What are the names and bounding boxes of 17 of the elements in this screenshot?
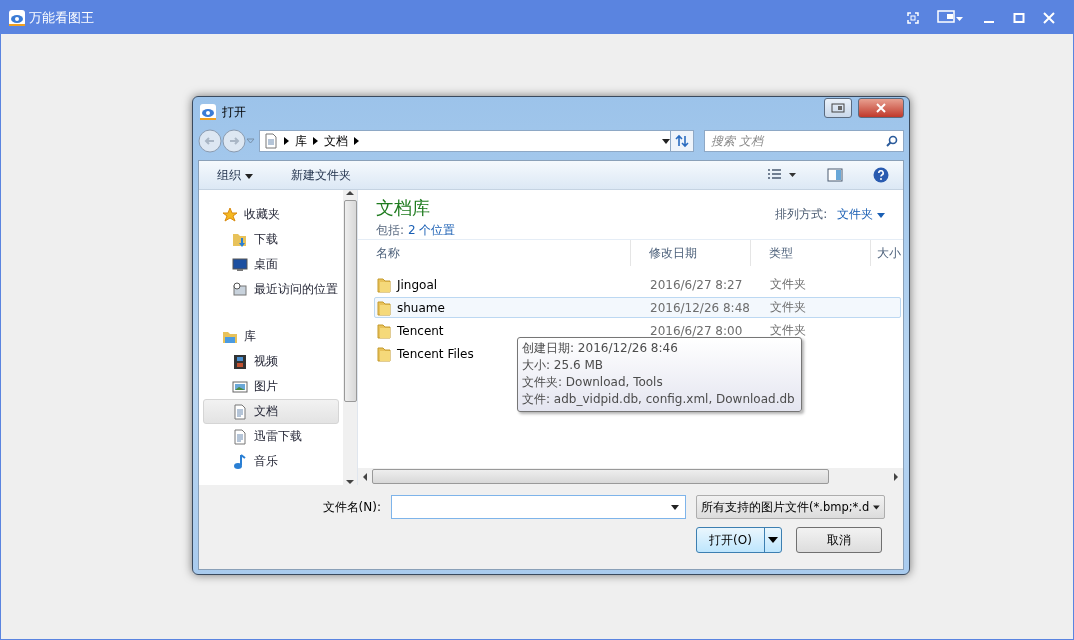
file-type: 文件夹 bbox=[769, 322, 807, 339]
library-title: 文档库 bbox=[376, 196, 431, 220]
file-name: Jingoal bbox=[397, 277, 438, 292]
file-name: Tencent Files bbox=[397, 346, 474, 361]
modified-date: 2016/6/27 8:27 bbox=[649, 277, 744, 292]
field-label: 文件名(N): bbox=[322, 498, 381, 516]
file-name: Tencent bbox=[397, 323, 444, 338]
file-info-tooltip: 创建日期: 2016/12/26 8:46 大小: 25.6 MB 文件夹: Download, Tools 文件: adb_vidpid.db, config.xml, Download.db bbox=[517, 337, 802, 412]
file-type: 文件夹 bbox=[769, 276, 807, 293]
file-name: shuame bbox=[397, 300, 445, 315]
includes-label: 包括: bbox=[376, 223, 405, 237]
file-type: 文件夹 bbox=[769, 299, 807, 316]
modified-date: 2016/12/26 8:48 bbox=[649, 300, 751, 315]
app-title: 万能看图王 bbox=[29, 8, 95, 27]
dialog-title: 打开 bbox=[222, 103, 247, 121]
arrange-label: 排列方式: bbox=[775, 206, 828, 223]
modified-date: 2016/6/27 8:00 bbox=[649, 323, 744, 338]
